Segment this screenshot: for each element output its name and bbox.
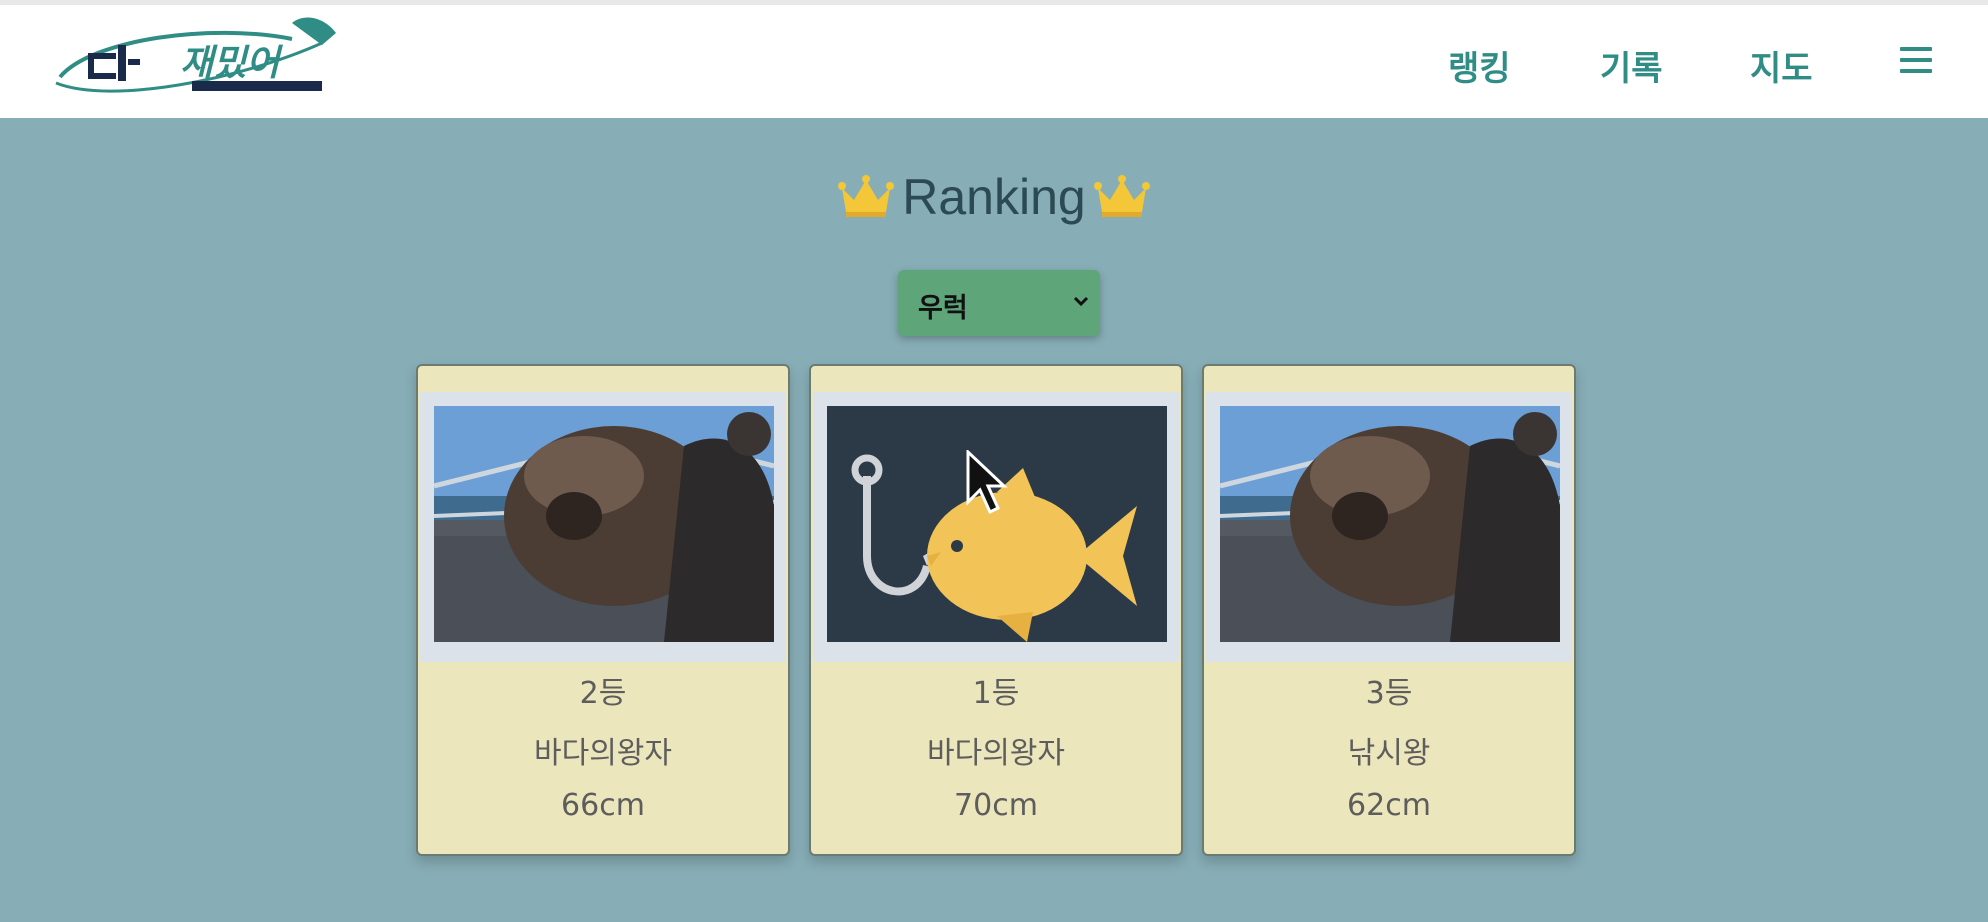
select-value: 우럭 (918, 293, 968, 324)
logo[interactable]: 재밌어 (52, 9, 372, 109)
nav-records[interactable]: 기록 (1600, 41, 1663, 90)
svg-text:재밌어: 재밌어 (180, 43, 283, 84)
mouse-cursor-icon (966, 450, 1008, 515)
hamburger-icon[interactable] (1900, 47, 1932, 75)
rank-label: 3등 (1365, 676, 1413, 711)
fish-catch-photo (1220, 406, 1560, 642)
rank-label: 2등 (579, 676, 627, 711)
fish-hook-illustration (827, 406, 1167, 642)
fish-species-select[interactable]: 우럭 (898, 270, 1100, 336)
fish-size: 62cm (1347, 788, 1431, 823)
navbar: 재밌어 랭킹 기록 지도 (0, 5, 1988, 118)
fish-size: 66cm (561, 788, 645, 823)
page-title: Ranking (0, 168, 1988, 226)
photo-frame (420, 392, 786, 662)
nav-map[interactable]: 지도 (1750, 41, 1813, 90)
fish-size: 70cm (954, 788, 1038, 823)
photo-frame (813, 392, 1179, 662)
ranking-card-3rd[interactable]: 3등 낚시왕 62cm (1202, 364, 1576, 856)
nav-ranking[interactable]: 랭킹 (1448, 41, 1511, 90)
rank-label: 1등 (972, 676, 1020, 711)
ranking-card-2nd[interactable]: 2등 바다의왕자 66cm (416, 364, 790, 856)
fish-catch-photo (434, 406, 774, 642)
nickname: 낚시왕 (1347, 736, 1431, 771)
chevron-down-icon (1073, 296, 1089, 307)
photo-frame (1206, 392, 1572, 662)
nickname: 바다의왕자 (534, 736, 672, 771)
ranking-card-1st[interactable]: 1등 바다의왕자 70cm (809, 364, 1183, 856)
title-text: Ranking (902, 169, 1086, 225)
logo-graphic: 재밌어 (55, 17, 336, 93)
nickname: 바다의왕자 (927, 736, 1065, 771)
crown-icon (838, 175, 895, 217)
crown-icon (1093, 175, 1150, 217)
